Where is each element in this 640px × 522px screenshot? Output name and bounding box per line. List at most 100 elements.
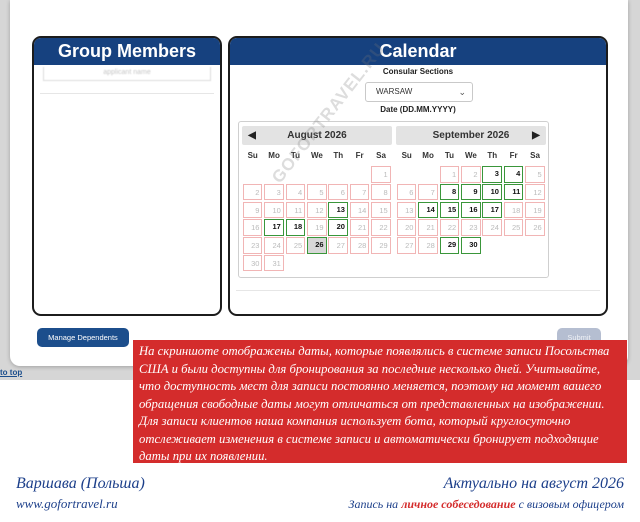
prev-month-icon[interactable]: ◀ — [244, 126, 260, 145]
unavailable-day: 3 — [264, 183, 284, 201]
available-day[interactable]: 15 — [439, 201, 460, 219]
footer-site: www.gofortravel.ru — [16, 496, 118, 511]
datepicker: ◀ August 2026 Su Mo Tu We Th Fr Sa 1 2 3 4 5 6 7 8 9 10… — [238, 121, 549, 278]
unavailable-day: 2 — [242, 183, 263, 201]
empty-day-cell — [307, 166, 327, 183]
empty-day-cell — [371, 255, 391, 272]
available-day[interactable]: 26 — [307, 237, 327, 254]
empty-day-cell — [482, 237, 502, 254]
available-day[interactable]: 29 — [439, 237, 460, 254]
unavailable-day: 8 — [371, 183, 391, 201]
weekday-label: Su — [247, 151, 258, 160]
available-day[interactable]: 11 — [503, 183, 524, 201]
empty-day-cell — [350, 255, 370, 272]
empty-day-cell — [525, 237, 545, 254]
weekday-row: Su Mo Tu We Th Fr Sa — [396, 146, 546, 166]
unavailable-day: 24 — [482, 219, 502, 236]
unavailable-day: 15 — [371, 201, 391, 219]
unavailable-day: 4 — [285, 183, 306, 201]
unavailable-day: 19 — [525, 201, 545, 219]
unavailable-day: 27 — [396, 237, 417, 254]
available-day[interactable]: 17 — [482, 201, 502, 219]
unavailable-day: 27 — [328, 237, 348, 254]
available-day[interactable]: 9 — [461, 183, 481, 201]
unavailable-day: 12 — [307, 201, 327, 219]
weekday-label: Su — [401, 151, 412, 160]
week-row: 9 10 11 12 13 14 15 — [242, 201, 392, 220]
available-day[interactable]: 10 — [482, 183, 502, 201]
footer-updated: Актуально на август 2026 — [443, 475, 624, 492]
unavailable-day: 28 — [349, 237, 370, 254]
empty-day-cell — [328, 166, 348, 183]
weekday-label: Sa — [376, 151, 386, 160]
unavailable-day: 1 — [439, 166, 460, 183]
group-members-panel: Group Members applicant name — [32, 36, 222, 316]
back-to-top-link[interactable]: to top — [0, 368, 22, 377]
week-row: 30 31 — [242, 254, 392, 273]
week-row: 1 — [242, 166, 392, 184]
empty-day-cell — [243, 166, 263, 183]
week-row: 27 28 29 30 — [396, 237, 546, 255]
calendar-title: Calendar — [230, 38, 606, 65]
manage-dependents-button[interactable]: Manage Dependents — [37, 328, 129, 347]
empty-day-cell — [504, 237, 524, 254]
unavailable-day: 31 — [264, 254, 284, 272]
unavailable-day: 25 — [285, 237, 306, 254]
weekday-label: Tu — [444, 151, 455, 160]
unavailable-day: 2 — [461, 166, 481, 183]
consular-section-value: WARSAW — [376, 87, 413, 96]
week-row: 12345 — [396, 166, 546, 184]
unavailable-day: 26 — [525, 219, 545, 236]
footer-city: Варшава (Польша) — [16, 475, 145, 492]
unavailable-day: 6 — [328, 183, 348, 201]
unavailable-day: 12 — [525, 183, 545, 201]
group-members-title: Group Members — [34, 38, 220, 65]
unavailable-day: 23 — [461, 219, 481, 236]
weekday-label: Mo — [422, 151, 434, 160]
empty-day-cell — [307, 255, 327, 272]
weekday-label: Fr — [355, 151, 364, 160]
available-day[interactable]: 20 — [328, 219, 348, 236]
available-day[interactable]: 17 — [264, 219, 284, 236]
week-row: 13 14 15 16 17 18 19 — [396, 201, 546, 220]
consular-section-select[interactable]: WARSAW ⌄ — [365, 82, 473, 102]
unavailable-day: 5 — [525, 166, 545, 183]
week-row: 2345678 — [242, 183, 392, 202]
weekday-label: Th — [487, 151, 498, 160]
day-grid: 1 2 3 4 5 6 7 8 9 10 11 12 13 14 15 16 17 18 19 20 21 22 23 24 2… — [396, 166, 546, 255]
date-format-label: Date (DD.MM.YYYY) — [380, 105, 456, 114]
footer-subtitle-before: Запись на — [348, 497, 402, 511]
group-member-item[interactable]: applicant name — [43, 67, 211, 81]
unavailable-day: 14 — [349, 201, 370, 219]
unavailable-day: 7 — [349, 183, 370, 201]
next-month-icon[interactable]: ▶ — [528, 126, 544, 145]
available-day[interactable]: 14 — [418, 201, 438, 219]
available-day[interactable]: 16 — [461, 201, 481, 219]
footer-subtitle-after: с визовым офицером — [515, 497, 624, 511]
available-day[interactable]: 13 — [328, 201, 348, 219]
week-row: 16 17 18 19 20 21 22 — [242, 219, 392, 237]
empty-day-cell — [286, 255, 306, 272]
availability-notice: На скриншоте отображены даты, которые по… — [133, 340, 627, 463]
empty-day-cell — [328, 255, 348, 272]
chevron-down-icon: ⌄ — [458, 87, 466, 97]
unavailable-day: 22 — [371, 219, 391, 236]
unavailable-day: 21 — [349, 219, 370, 236]
unavailable-day: 11 — [285, 201, 306, 219]
unavailable-day: 1 — [371, 166, 391, 183]
available-day[interactable]: 18 — [285, 219, 306, 236]
unavailable-day: 28 — [418, 237, 438, 254]
unavailable-day: 20 — [396, 219, 417, 236]
month-title: September 2026 — [432, 130, 510, 141]
month-header: September 2026 ▶ — [396, 126, 546, 145]
unavailable-day: 22 — [439, 219, 460, 236]
available-day[interactable]: 30 — [461, 237, 481, 254]
month-september: September 2026 ▶ Su Mo Tu We Th Fr Sa 12345678… — [396, 126, 546, 255]
available-day[interactable]: 3 — [482, 166, 502, 183]
weekday-label: Fr — [509, 151, 518, 160]
available-day[interactable]: 8 — [439, 183, 460, 201]
unavailable-day: 23 — [242, 237, 263, 254]
weekday-label: Sa — [530, 151, 540, 160]
available-day[interactable]: 4 — [503, 166, 524, 183]
unavailable-day: 10 — [264, 201, 284, 219]
